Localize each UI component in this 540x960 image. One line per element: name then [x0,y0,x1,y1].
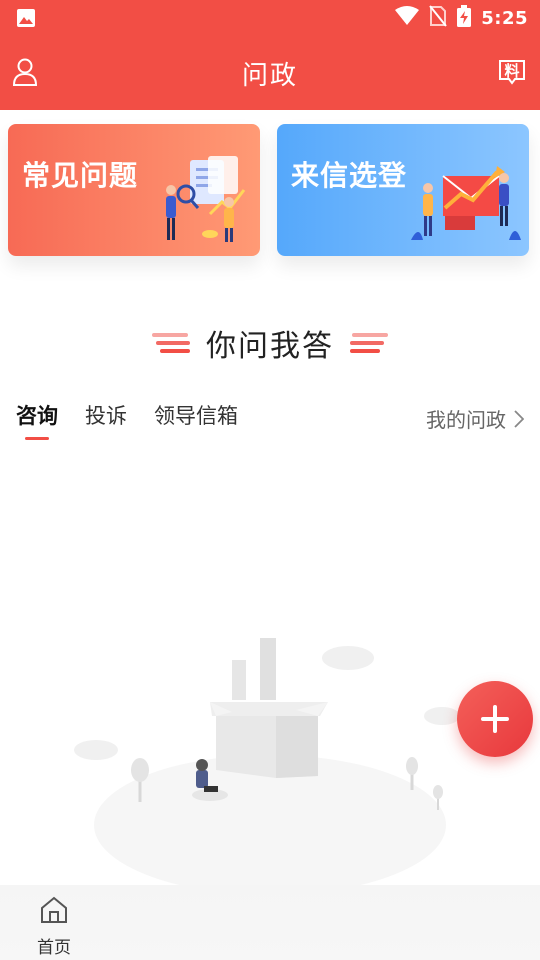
gallery-icon [16,8,36,32]
faq-card[interactable]: 常见问题 [8,124,260,256]
my-wenzheng-label: 我的问政 [426,408,506,432]
bottom-nav: 首页 [0,885,540,960]
status-bar: 5:25 [0,0,540,36]
no-sim-icon [429,5,447,31]
envelope-chart-illustration-icon [411,166,521,240]
decor-lines-right-icon [350,333,388,353]
tab-bar: 咨询 投诉 领导信箱 [16,400,238,444]
letters-card-label: 来信选登 [291,159,408,192]
wifi-icon [395,6,420,30]
plus-icon [481,705,509,733]
tab-leader-mailbox[interactable]: 领导信箱 [154,400,238,444]
page-title: 问政 [241,61,298,91]
app-bar: 问政 料 [0,36,540,110]
battery-charging-icon [457,5,472,31]
home-icon [41,896,67,923]
chevron-right-icon [514,409,524,428]
empty-state-illustration-icon [74,638,460,885]
tab-consult[interactable]: 咨询 [16,400,58,444]
material-icon[interactable]: 料 [498,58,526,90]
letters-card[interactable]: 来信选登 [277,124,529,256]
add-button[interactable] [457,681,533,757]
faq-card-label: 常见问题 [22,159,139,192]
nav-home[interactable]: 首页 [20,895,88,958]
material-icon-text: 料 [504,62,520,80]
tab-complaint[interactable]: 投诉 [85,400,127,444]
status-time: 5:25 [481,7,528,29]
section-title: 你问我答 [0,322,540,364]
section-title-text: 你问我答 [206,329,334,364]
my-wenzheng-link[interactable]: 我的问政 [426,404,524,433]
documents-illustration-icon [166,156,246,242]
nav-home-label: 首页 [37,938,71,958]
decor-lines-left-icon [152,333,190,353]
